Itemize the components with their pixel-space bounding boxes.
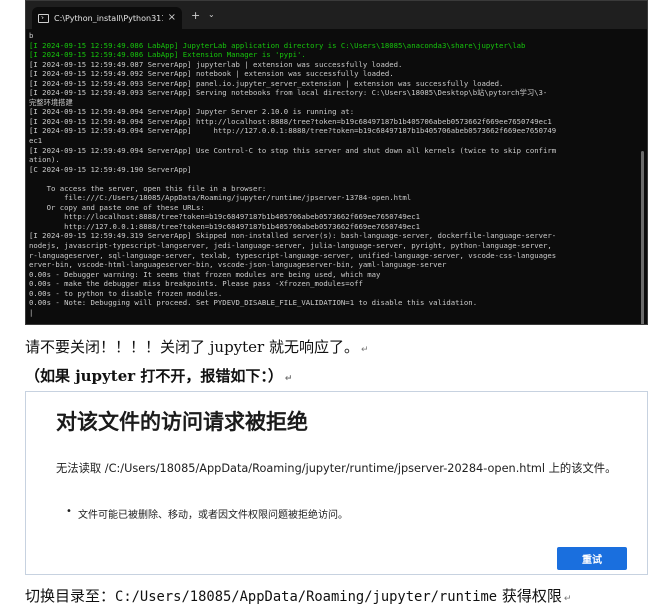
access-denied-error-page: 对该文件的访问请求被拒绝 无法读取 /C:/Users/18085/AppDat… xyxy=(25,391,648,575)
terminal-line: [I 2024-09-15 12:59:49.094 ServerApp] Us… xyxy=(29,145,557,155)
terminal-line: erver-bin, vscode-html-languageserver-bi… xyxy=(29,260,447,270)
terminal-line: [I 2024-09-15 12:59:49.094 ServerApp] Ju… xyxy=(29,107,355,117)
instruction-suffix: 获得权限 xyxy=(497,587,562,605)
doc-paragraph-warning: 请不要关闭！！！！关闭了 jupyter 就无响应了。 ↵ xyxy=(25,336,369,357)
scrollbar-thumb[interactable] xyxy=(641,151,644,324)
terminal-tab[interactable]: C:\Python_install\Python311\ × xyxy=(32,7,182,29)
terminal-line: r-languageserver, sql-language-server, t… xyxy=(29,250,557,260)
terminal-line: 0.00s - make the debugger miss breakpoin… xyxy=(29,279,363,289)
terminal-line: b xyxy=(29,31,34,40)
warning-text: 请不要关闭！！！！关闭了 jupyter 就无响应了。 xyxy=(25,338,360,356)
terminal-line: Or copy and paste one of these URLs: xyxy=(29,202,205,212)
paragraph-mark-icon: ↵ xyxy=(284,374,293,384)
error-description: 无法读取 /C:/Users/18085/AppData/Roaming/jup… xyxy=(56,462,617,475)
terminal-titlebar: C:\Python_install\Python311\ × + ⌄ xyxy=(26,1,647,29)
terminal-line: [I 2024-09-15 12:59:49.086 LabApp] Jupyt… xyxy=(29,40,526,50)
paragraph-mark-icon: ↵ xyxy=(361,345,369,355)
terminal-line: [C 2024-09-15 12:59:49.190 ServerApp] xyxy=(29,164,192,174)
runtime-path: C:/Users/18085/AppData/Roaming/jupyter/r… xyxy=(115,589,498,605)
terminal-line: 0.00s - to python to disable frozen modu… xyxy=(29,288,223,298)
terminal-window: C:\Python_install\Python311\ × + ⌄ b [I 2… xyxy=(25,0,648,325)
terminal-line: 完整环境搭建 xyxy=(29,97,73,107)
terminal-line: To access the server, open this file in … xyxy=(29,183,267,193)
terminal-line: 0.00s - Note: Debugging will proceed. Se… xyxy=(29,298,478,308)
note-text: （如果 jupyter 打不开，报错如下：） xyxy=(25,367,283,385)
chevron-down-icon[interactable]: ⌄ xyxy=(208,11,215,19)
doc-paragraph-note: （如果 jupyter 打不开，报错如下：） ↵ xyxy=(25,365,292,386)
terminal-line: nodejs, javascript-typescript-langserver… xyxy=(29,241,552,251)
terminal-line: [I 2024-09-15 12:59:49.087 ServerApp] ju… xyxy=(29,59,403,69)
terminal-line: [I 2024-09-15 12:59:49.092 ServerApp] no… xyxy=(29,69,394,79)
terminal-line: | xyxy=(29,307,34,317)
terminal-line: http://127.0.0.1:8888/tree?token=b19c684… xyxy=(29,221,420,231)
error-bullet-item: 文件可能已被删除、移动，或者因文件权限问题被拒绝访问。 xyxy=(66,506,348,521)
terminal-line: [I 2024-09-15 12:59:49.094 ServerApp] ht… xyxy=(29,126,557,136)
terminal-line: ation). xyxy=(29,155,60,165)
instruction-prefix: 切换目录至： xyxy=(25,587,116,605)
terminal-output[interactable]: b [I 2024-09-15 12:59:49.086 LabApp] Jupy… xyxy=(29,31,633,322)
terminal-scrollbar[interactable] xyxy=(640,31,644,324)
tab-title: C:\Python_install\Python311\ xyxy=(54,13,163,23)
terminal-icon xyxy=(38,13,49,23)
terminal-line: [I 2024-09-15 12:59:49.319 ServerApp] Sk… xyxy=(29,231,557,241)
terminal-line: http://localhost:8888/tree?token=b19c684… xyxy=(29,212,420,222)
terminal-line: file:///C:/Users/18085/AppData/Roaming/j… xyxy=(29,193,412,203)
terminal-line: [I 2024-09-15 12:59:49.086 LabApp] Exten… xyxy=(29,50,306,60)
error-title: 对该文件的访问请求被拒绝 xyxy=(56,410,308,434)
terminal-line: [I 2024-09-15 12:59:49.094 ServerApp] ht… xyxy=(29,116,552,126)
paragraph-mark-icon: ↵ xyxy=(563,594,572,604)
terminal-line: [I 2024-09-15 12:59:49.093 ServerApp] pa… xyxy=(29,78,504,88)
terminal-line: ec1 xyxy=(29,136,43,146)
close-tab-icon[interactable]: × xyxy=(168,13,176,23)
retry-button[interactable]: 重试 xyxy=(557,547,627,570)
terminal-line: 0.00s - Debugger warning: It seems that … xyxy=(29,269,381,279)
doc-paragraph-instruction: 切换目录至：C:/Users/18085/AppData/Roaming/jup… xyxy=(25,585,571,606)
new-tab-button[interactable]: + xyxy=(191,10,200,21)
terminal-line: [I 2024-09-15 12:59:49.093 ServerApp] Se… xyxy=(29,88,548,98)
